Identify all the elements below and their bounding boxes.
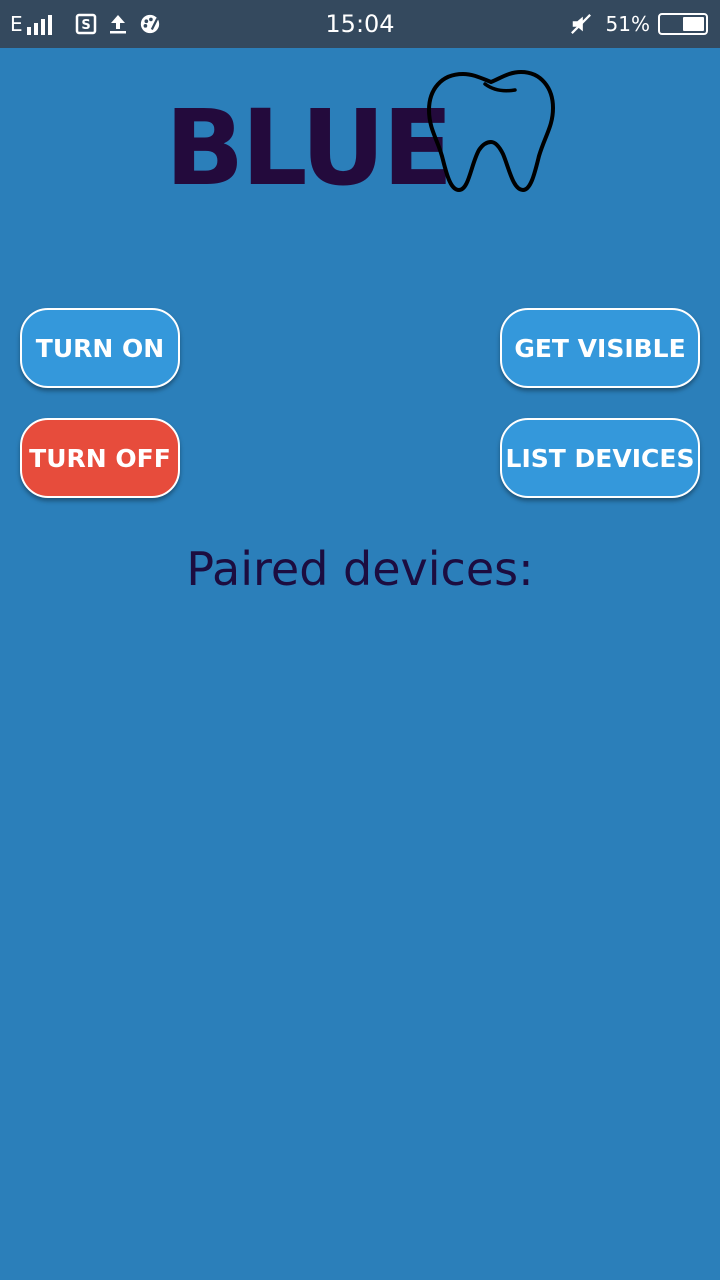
battery-level-fill [683, 17, 704, 31]
status-right: 51% [570, 10, 708, 38]
logo-text: BLUE [165, 87, 453, 209]
status-bar: E S 15:04 51% [0, 0, 720, 48]
paired-devices-label: Paired devices: [186, 542, 534, 596]
get-visible-button[interactable]: GET VISIBLE [500, 308, 700, 388]
paired-devices-list[interactable] [20, 620, 700, 1260]
turn-on-button[interactable]: TURN ON [20, 308, 180, 388]
turn-off-button[interactable]: TURN OFF [20, 418, 180, 498]
battery-icon [658, 13, 708, 35]
tooth-icon [427, 70, 555, 192]
mute-icon [570, 13, 592, 35]
battery-percent: 51% [605, 12, 650, 36]
app-logo: BLUE [165, 68, 565, 209]
list-devices-button[interactable]: LIST DEVICES [500, 418, 700, 498]
